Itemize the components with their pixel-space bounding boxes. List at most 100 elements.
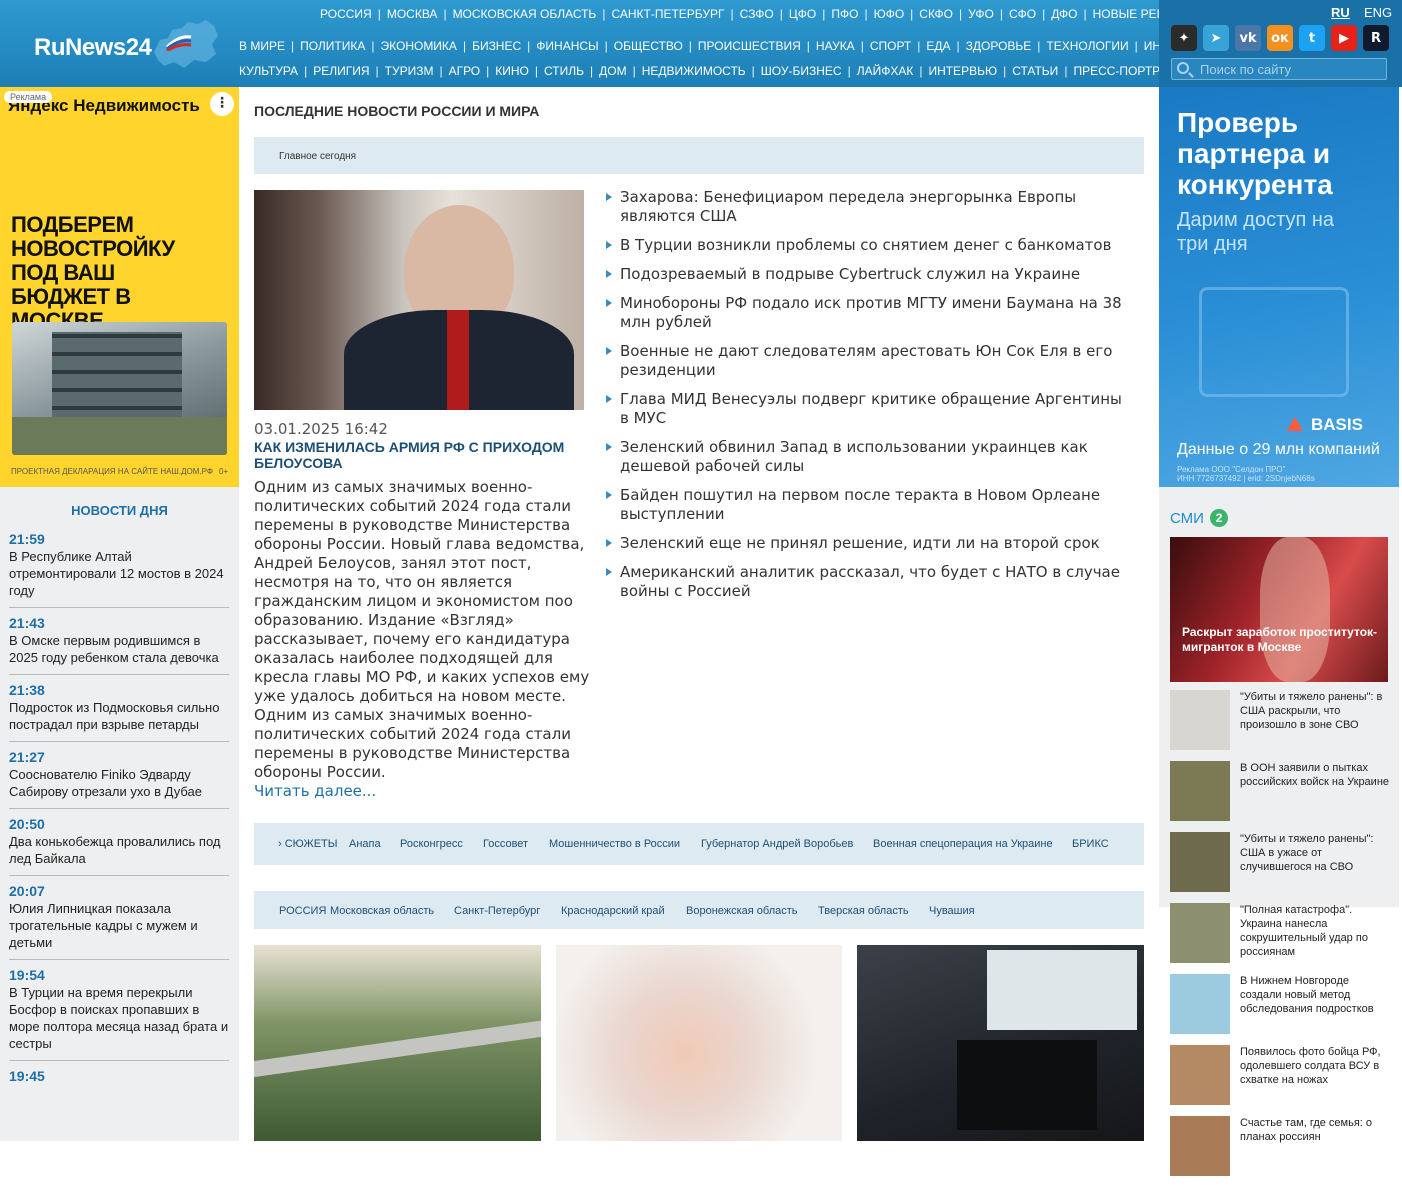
smi-main-story[interactable]: Раскрыт заработок проституток-мигранток …	[1170, 537, 1388, 682]
news-day-item[interactable]: 20:07 Юлия Липницкая показала трогательны…	[9, 882, 229, 960]
smi-item[interactable]: В Нижнем Новгороде создали новый метод о…	[1170, 974, 1390, 1045]
headline-link[interactable]: Байден пошутил на первом после теракта в…	[604, 486, 1134, 524]
region-link[interactable]: Воронежская область	[686, 905, 798, 917]
news-day-item[interactable]: 21:59 В Республике Алтай отремонтировали …	[9, 530, 229, 608]
rutube-icon[interactable]: R	[1363, 25, 1389, 51]
youtube-icon[interactable]: ▶	[1331, 25, 1357, 51]
nav-link[interactable]: ШОУ-БИЗНЕС	[761, 64, 842, 78]
lead-article-image[interactable]	[254, 190, 584, 410]
news-thumb-baby[interactable]	[556, 945, 842, 1141]
nav-link[interactable]: НЕДВИЖИМОСТЬ	[642, 64, 746, 78]
lang-ru-link[interactable]: RU	[1331, 5, 1350, 20]
nav-link[interactable]: РОССИЯ	[320, 7, 372, 21]
nav-link[interactable]: СЗФО	[740, 7, 774, 21]
nav-link[interactable]: ТЕХНОЛОГИИ	[1046, 39, 1128, 53]
lead-title-link[interactable]: КАК ИЗМЕНИЛАСЬ АРМИЯ РФ С ПРИХОДОМ БЕЛОУ…	[254, 439, 594, 471]
nav-link[interactable]: СФО	[1009, 7, 1036, 21]
story-link[interactable]: Росконгресс	[400, 838, 463, 850]
news-thumb-bridge[interactable]	[254, 945, 541, 1141]
nav-link[interactable]: ПОЛИТИКА	[300, 39, 365, 53]
smi-item[interactable]: "Убиты и тяжело ранены": в США раскрыли,…	[1170, 690, 1390, 761]
headline-link[interactable]: Подозреваемый в подрыве Cybertruck служи…	[604, 265, 1134, 284]
nav-link[interactable]: ПФО	[831, 7, 858, 21]
headline-link[interactable]: Минобороны РФ подало иск против МГТУ име…	[604, 294, 1134, 332]
news-day-item[interactable]: 21:43 В Омске первым родившимся в 2025 го…	[9, 614, 229, 675]
story-link[interactable]: Мошенничество в России	[549, 838, 680, 850]
nav-link[interactable]: БИЗНЕС	[472, 39, 521, 53]
nav-link[interactable]: МОСКОВСКАЯ ОБЛАСТЬ	[453, 7, 597, 21]
nav-link[interactable]: МОСКВА	[387, 7, 438, 21]
nav-link[interactable]: ЭКОНОМИКА	[381, 39, 457, 53]
headline-link[interactable]: Зеленский еще не принял решение, идти ли…	[604, 534, 1134, 553]
telegram-icon[interactable]: ➤	[1203, 25, 1229, 51]
nav-link[interactable]: ИНТЕРВЬЮ	[928, 64, 997, 78]
lang-en-link[interactable]: ENG	[1364, 5, 1392, 20]
smi-item[interactable]: Появилось фото бойца РФ, одолевшего солд…	[1170, 1045, 1390, 1116]
smi-item[interactable]: "Убиты и тяжело ранены": США в ужасе от …	[1170, 832, 1390, 903]
twitter-icon[interactable]: t	[1299, 25, 1325, 51]
nav-link[interactable]: СТАТЬИ	[1012, 64, 1058, 78]
nav-link[interactable]: УФО	[968, 7, 994, 21]
story-link[interactable]: Анапа	[349, 838, 381, 850]
dzen-icon[interactable]: ✦	[1171, 25, 1197, 51]
news-day-item[interactable]: 19:45	[9, 1067, 229, 1093]
region-link[interactable]: Московская область	[330, 905, 434, 917]
story-link[interactable]: Госсовет	[483, 838, 528, 850]
news-day-item[interactable]: 20:50 Два конькобежца провалились под лед…	[9, 815, 229, 876]
page-title: ПОСЛЕДНИЕ НОВОСТИ РОССИИ И МИРА	[254, 103, 540, 119]
nav-link[interactable]: ТУРИЗМ	[385, 64, 434, 78]
headline-link[interactable]: В Турции возникли проблемы со снятием де…	[604, 236, 1134, 255]
read-more-link[interactable]: Читать далее...	[254, 782, 376, 800]
nav-link[interactable]: ЦФО	[789, 7, 816, 21]
nav-link[interactable]: В МИРЕ	[239, 39, 285, 53]
news-day-item[interactable]: 19:54 В Турции на время перекрыли Босфор …	[9, 966, 229, 1061]
news-day-item[interactable]: 21:27 Сооснователю Finiko Эдварду Сабиров…	[9, 748, 229, 809]
smi-item[interactable]: "Полная катастрофа". Украина нанесла сок…	[1170, 903, 1390, 974]
news-day-item[interactable]: 21:38 Подросток из Подмосковья сильно пос…	[9, 681, 229, 742]
nav-link[interactable]: СКФО	[919, 7, 953, 21]
news-thumb-laptop[interactable]	[857, 945, 1144, 1141]
nav-link[interactable]: КУЛЬТУРА	[239, 64, 298, 78]
right-ad-banner[interactable]: Проверь партнера и конкурента Дарим дост…	[1159, 87, 1399, 487]
nav-link[interactable]: ЮФО	[874, 7, 905, 21]
headline-link[interactable]: Американский аналитик рассказал, что буд…	[604, 563, 1134, 601]
region-link[interactable]: Санкт-Петербург	[454, 905, 540, 917]
region-label-link[interactable]: РОССИЯ	[279, 905, 326, 917]
nav-link[interactable]: ПРОИСШЕСТВИЯ	[698, 39, 801, 53]
left-ad-banner[interactable]: Яндекс Недвижимость Реклама ⋮ ПОДБЕРЕМ Н…	[0, 87, 239, 487]
story-link[interactable]: Военная спецоперация на Украине	[873, 838, 1053, 850]
smi-item[interactable]: В ООН заявили о пытках российских войск …	[1170, 761, 1390, 832]
nav-link[interactable]: САНКТ-ПЕТЕРБУРГ	[611, 7, 724, 21]
site-logo[interactable]: RuNews24	[0, 0, 238, 87]
nav-separator: |	[534, 64, 539, 78]
nav-link[interactable]: ЛАЙФХАК	[857, 64, 914, 78]
ad-menu-icon[interactable]: ⋮	[210, 92, 234, 116]
region-link[interactable]: Тверская область	[818, 905, 909, 917]
smi-item[interactable]: Счастье там, где семья: о планах россиян	[1170, 1116, 1390, 1187]
nav-link[interactable]: СПОРТ	[870, 39, 911, 53]
region-link[interactable]: Чувашия	[929, 905, 975, 917]
nav-link[interactable]: СТИЛЬ	[544, 64, 584, 78]
story-link[interactable]: Губернатор Андрей Воробьев	[701, 838, 853, 850]
headline-link[interactable]: Захарова: Бенефициаром передела энергоры…	[604, 188, 1134, 226]
nav-link[interactable]: КИНО	[495, 64, 529, 78]
story-link[interactable]: БРИКС	[1072, 838, 1109, 850]
nav-link[interactable]: РЕЛИГИЯ	[313, 64, 369, 78]
headline-link[interactable]: Глава МИД Венесуэлы подверг критике обра…	[604, 390, 1134, 428]
tab-main-today[interactable]: Главное сегодня	[279, 151, 356, 162]
vk-icon[interactable]: vk	[1235, 25, 1261, 51]
nav-link[interactable]: ФИНАНСЫ	[536, 39, 598, 53]
nav-link[interactable]: ДФО	[1051, 7, 1077, 21]
nav-link[interactable]: АГРО	[449, 64, 481, 78]
search-icon[interactable]	[1177, 62, 1189, 74]
region-link[interactable]: Краснодарский край	[561, 905, 665, 917]
nav-link[interactable]: НАУКА	[816, 39, 855, 53]
nav-link[interactable]: ЕДА	[926, 39, 950, 53]
nav-link[interactable]: ЗДОРОВЬЕ	[966, 39, 1032, 53]
nav-link[interactable]: ОБЩЕСТВО	[614, 39, 683, 53]
headline-link[interactable]: Зеленский обвинил Запад в использовании …	[604, 438, 1134, 476]
odnoklassniki-icon[interactable]: ок	[1267, 25, 1293, 51]
nav-link[interactable]: ДОМ	[599, 64, 626, 78]
search-input[interactable]: Поиск по сайту	[1171, 58, 1387, 80]
headline-link[interactable]: Военные не дают следователям арестовать …	[604, 342, 1134, 380]
